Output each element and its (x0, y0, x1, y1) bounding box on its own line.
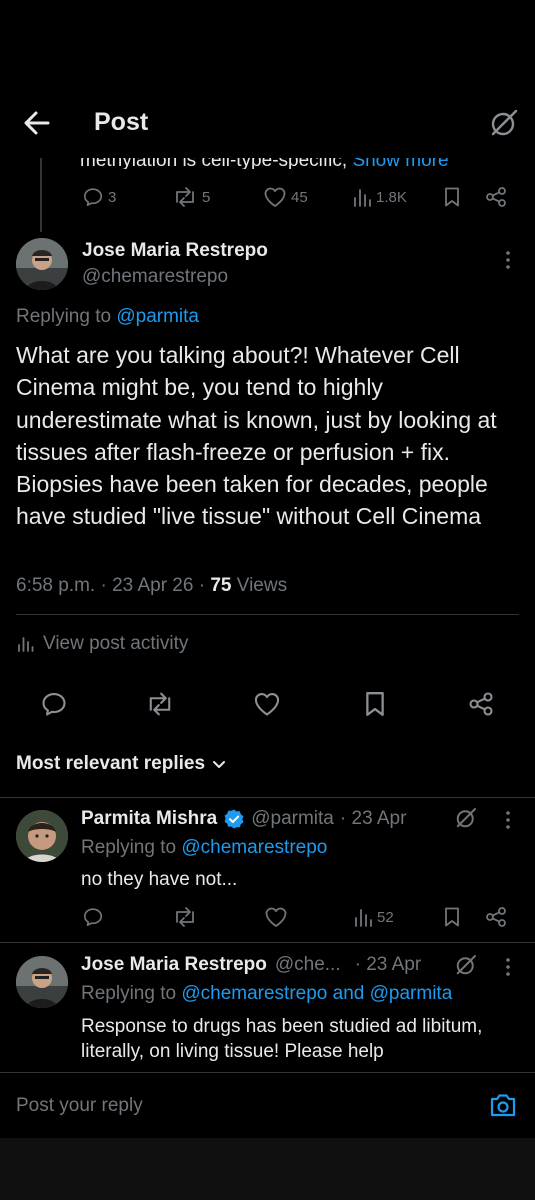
replies-sort-dropdown[interactable]: Most relevant replies (16, 753, 227, 775)
chevron-down-icon (213, 761, 226, 768)
divider (0, 797, 535, 798)
parent-repost-button[interactable]: 5 (172, 186, 210, 208)
grok-icon[interactable] (488, 107, 520, 139)
reply-author-handle[interactable]: @parmita (251, 808, 334, 830)
verified-badge-icon (224, 809, 244, 829)
views-icon (355, 909, 372, 927)
bookmark-icon (366, 692, 384, 716)
view-post-activity-label: View post activity (43, 633, 189, 654)
reply-text: Response to drugs has been studied ad li… (81, 1016, 483, 1062)
share-icon (486, 187, 506, 207)
parent-views-button[interactable]: 1.8K (352, 186, 407, 208)
reply-reply-button[interactable] (82, 906, 104, 928)
repost-button[interactable] (145, 690, 175, 718)
divider (16, 614, 519, 615)
reply-avatar[interactable] (16, 810, 68, 862)
repost-icon (149, 692, 171, 716)
replies-sort-label: Most relevant replies (16, 753, 206, 774)
heart-icon (254, 693, 280, 716)
reply-date: · 23 Apr (339, 808, 407, 829)
grok-icon[interactable] (454, 806, 478, 830)
reply-replying-to: Replying to @chemarestrepo (81, 837, 327, 859)
top-bar: Post (0, 0, 535, 158)
grok-icon[interactable] (454, 953, 478, 977)
avatar-image (16, 956, 68, 1008)
share-icon (486, 907, 506, 927)
reply-input[interactable]: Post your reply (16, 1095, 143, 1117)
reply-repost-button[interactable] (172, 906, 198, 928)
views-label: Views (231, 575, 288, 596)
heart-icon (265, 907, 287, 927)
system-navigation-bar (0, 1138, 535, 1200)
avatar-image (16, 238, 68, 290)
like-button[interactable] (253, 690, 281, 718)
avatar-image (16, 810, 68, 862)
reply-author-name[interactable]: Parmita Mishra (81, 808, 217, 830)
reply-views-button[interactable]: 52 (353, 906, 394, 928)
author-name[interactable]: Jose Maria Restrepo (82, 240, 268, 262)
replying-to-handle[interactable]: @parmita (116, 306, 199, 327)
share-button[interactable] (467, 690, 495, 718)
parent-bookmark-button[interactable] (442, 186, 462, 208)
reply-icon (42, 693, 66, 716)
replying-to-line: Replying to @parmita (16, 306, 199, 328)
view-count: 52 (377, 908, 394, 926)
reply-header: Parmita Mishra @parmita · 23 Apr (81, 808, 406, 830)
parent-share-button[interactable] (484, 186, 508, 208)
heart-icon (264, 187, 286, 207)
author-handle[interactable]: @chemarestrepo (82, 266, 228, 288)
reply-avatar[interactable] (16, 956, 68, 1008)
avatar[interactable] (16, 238, 68, 290)
views-count: 75 (210, 575, 232, 596)
views-icon (354, 189, 371, 207)
reply-bookmark-button[interactable] (442, 906, 462, 928)
replying-to-label: Replying to (16, 306, 117, 327)
tweet-body: What are you talking about?! Whatever Ce… (16, 342, 497, 530)
page-title: Post (94, 108, 149, 136)
reply-icon (83, 188, 103, 207)
repost-count: 5 (202, 188, 211, 206)
reply-icon (83, 908, 103, 927)
back-arrow-icon[interactable] (20, 108, 54, 138)
bookmark-icon (445, 907, 459, 927)
tweet-timestamp: 6:58 p.m. · 23 Apr 26 · (16, 575, 211, 596)
share-icon (469, 692, 493, 716)
bookmark-icon (445, 187, 459, 207)
reply-header: Jose Maria Restrepo @che... · 23 Apr (81, 954, 421, 976)
thread-connector (40, 158, 42, 232)
repost-icon (176, 907, 194, 927)
bookmark-button[interactable] (362, 690, 388, 718)
reply-share-button[interactable] (484, 906, 508, 928)
replying-to-handle[interactable]: @chemarestrepo and @parmita (181, 983, 452, 1004)
activity-icon (18, 637, 34, 652)
more-options-icon[interactable] (500, 956, 516, 978)
parent-reply-button[interactable]: 3 (82, 186, 116, 208)
more-options-icon[interactable] (500, 809, 516, 831)
more-options-icon[interactable] (500, 249, 516, 271)
reply-date: · 23 Apr (354, 954, 422, 975)
replying-to-label: Replying to (81, 837, 182, 858)
tweet-meta: 6:58 p.m. · 23 Apr 26 · 75 Views (16, 575, 287, 597)
reply-author-handle[interactable]: @che... (275, 954, 341, 976)
camera-icon[interactable] (489, 1092, 517, 1118)
view-count: 1.8K (376, 188, 407, 206)
replying-to-label: Replying to (81, 983, 182, 1004)
view-post-activity[interactable]: View post activity (17, 633, 188, 655)
reply-button[interactable] (40, 690, 68, 718)
reply-author-name[interactable]: Jose Maria Restrepo (81, 954, 267, 976)
reply-composer: Post your reply (0, 1072, 535, 1138)
parent-like-button[interactable]: 45 (263, 186, 308, 208)
like-count: 45 (291, 188, 308, 206)
repost-icon (176, 187, 194, 207)
replying-to-handle[interactable]: @chemarestrepo (181, 837, 327, 858)
reply-replying-to: Replying to @chemarestrepo and @parmita (81, 983, 452, 1005)
reply-count: 3 (108, 188, 117, 206)
divider (0, 942, 535, 943)
reply-like-button[interactable] (264, 906, 288, 928)
reply-text: no they have not... (81, 869, 238, 890)
